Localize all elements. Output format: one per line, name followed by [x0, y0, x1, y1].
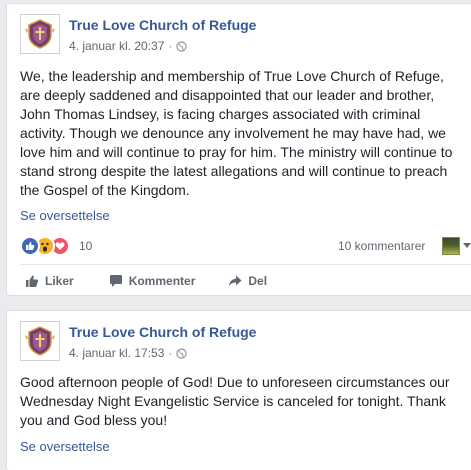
reactions-bar: 10 10 kommentarer [20, 236, 471, 256]
post-timestamp[interactable]: 4. januar kl. 20:37 [69, 39, 164, 53]
feed-post: True Love Church of Refuge 4. januar kl.… [6, 3, 471, 296]
feed-post: True Love Church of Refuge 4. januar kl.… [6, 310, 471, 470]
comment-icon [109, 275, 122, 287]
comment-count[interactable]: 10 kommentarer [338, 239, 425, 253]
like-icon [20, 236, 40, 256]
like-label: Liker [45, 274, 74, 288]
action-bar: Liker Kommenter Del [20, 264, 471, 297]
church-logo-avatar[interactable] [20, 321, 60, 361]
page-name-link[interactable]: True Love Church of Refuge [69, 17, 256, 33]
like-button[interactable]: Liker [25, 274, 74, 288]
actor-avatar[interactable] [442, 237, 460, 255]
see-translation-link[interactable]: Se oversettelse [20, 439, 110, 454]
comment-label: Kommenter [128, 274, 196, 288]
thumbs-up-icon [26, 275, 39, 287]
church-logo-avatar[interactable] [20, 14, 60, 54]
share-arrow-icon [229, 275, 242, 287]
church-crest-icon [25, 326, 55, 356]
meta-separator: · [168, 39, 173, 53]
chevron-down-icon[interactable] [463, 243, 471, 248]
share-label: Del [248, 274, 268, 288]
post-text: We, the leadership and membership of Tru… [20, 68, 453, 198]
church-crest-icon [25, 19, 55, 49]
comment-button[interactable]: Kommenter [109, 274, 196, 288]
see-translation-link[interactable]: Se oversettelse [20, 208, 110, 223]
post-text: Good afternoon people of God! Due to unf… [20, 374, 450, 428]
reaction-count[interactable]: 10 [79, 239, 92, 253]
page-name-link[interactable]: True Love Church of Refuge [69, 324, 256, 340]
post-meta: 4. januar kl. 17:53 · [69, 346, 188, 360]
post-timestamp[interactable]: 4. januar kl. 17:53 [69, 346, 164, 360]
share-button[interactable]: Del [228, 274, 267, 288]
meta-separator: · [168, 346, 173, 360]
post-meta: 4. januar kl. 20:37 · [69, 39, 188, 53]
globe-icon[interactable] [176, 347, 188, 359]
globe-icon[interactable] [176, 40, 188, 52]
reaction-icons[interactable] [20, 236, 70, 256]
